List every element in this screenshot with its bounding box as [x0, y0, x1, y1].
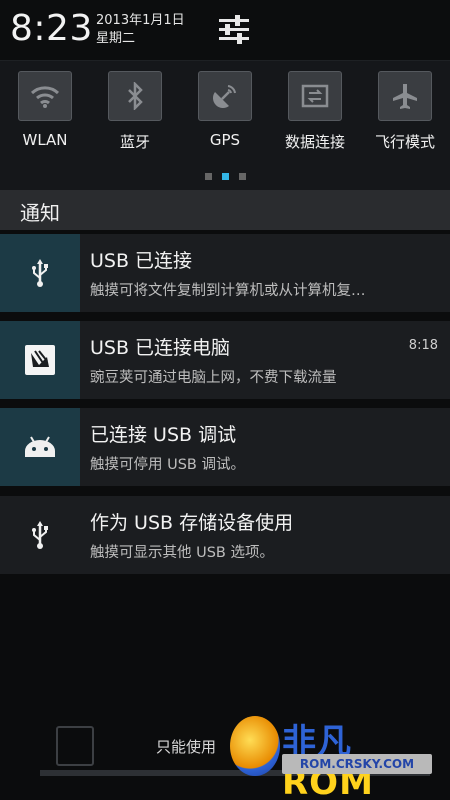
notification-time: 8:18: [408, 338, 438, 353]
notification-usb-connected[interactable]: USB 已连接 触摸可将文件复制到计算机或从计算机复…: [0, 234, 450, 312]
settings-button[interactable]: [212, 10, 256, 50]
notification-title: USB 已连接电脑: [90, 337, 231, 359]
notification-usb-pc[interactable]: USB 已连接电脑 8:18 豌豆荚可通过电脑上网，不费下载流量: [0, 321, 450, 399]
notification-text: 触摸可将文件复制到计算机或从计算机复…: [90, 283, 366, 299]
toggle-data-connection[interactable]: 数据连接: [270, 71, 360, 152]
wandoujia-icon: [25, 345, 55, 375]
page-dot: [239, 173, 246, 180]
wifi-icon: [30, 86, 60, 108]
bottom-text: 只能使用: [156, 738, 217, 756]
gps-icon: [213, 85, 236, 108]
date-text: 2013年1月1日: [96, 13, 185, 28]
toggle-bluetooth[interactable]: 蓝牙: [90, 71, 180, 152]
toggle-label: 数据连接: [284, 133, 345, 151]
section-title: 通知: [20, 201, 60, 225]
notifications-header: 通知: [0, 190, 450, 230]
watermark-sub: ROM.CRSKY.COM: [282, 754, 432, 774]
toggle-label: 飞行模式: [374, 133, 435, 151]
clock: 8:23: [10, 8, 93, 49]
sliders-icon: [219, 15, 249, 44]
page-dot-active: [222, 173, 229, 180]
notification-usb-debugging[interactable]: 已连接 USB 调试 触摸可停用 USB 调试。: [0, 408, 450, 486]
toggle-label: WLAN: [22, 131, 68, 149]
toggle-gps[interactable]: GPS: [180, 71, 270, 149]
page-dot: [205, 173, 212, 180]
notification-text: 触摸可停用 USB 调试。: [90, 457, 245, 473]
notification-title: 已连接 USB 调试: [90, 424, 237, 446]
watermark-globe: [230, 716, 280, 776]
android-icon: [25, 436, 55, 457]
usb-icon: [32, 521, 48, 549]
watermark-logo: 非凡ROM ROM.CRSKY.COM: [230, 714, 435, 800]
notification-title: 作为 USB 存储设备使用: [90, 512, 294, 534]
date-block: 2013年1月1日 星期二: [96, 12, 185, 48]
weekday-text: 星期二: [96, 31, 136, 46]
quick-settings-panel: WLAN 蓝牙 GPS 数据连接 飞行模式: [0, 60, 450, 190]
notification-text: 豌豆荚可通过电脑上网，不费下载流量: [90, 370, 337, 386]
notification-title: USB 已连接: [90, 250, 193, 272]
notification-usb-storage[interactable]: 作为 USB 存储设备使用 触摸可显示其他 USB 选项。: [0, 496, 450, 574]
notification-text: 触摸可显示其他 USB 选项。: [90, 545, 274, 561]
toggle-airplane-mode[interactable]: 飞行模式: [360, 71, 450, 152]
airplane-icon: [393, 84, 417, 109]
toggle-wlan[interactable]: WLAN: [0, 71, 90, 149]
usb-icon: [32, 259, 48, 287]
toggle-label: 蓝牙: [119, 133, 150, 151]
page-indicator: [0, 173, 450, 181]
bluetooth-icon: [128, 82, 143, 110]
shopping-bag-icon: [56, 726, 94, 766]
data-connection-icon: [301, 84, 329, 108]
toggle-label: GPS: [209, 131, 241, 149]
status-header: 8:23 2013年1月1日 星期二: [0, 0, 450, 60]
